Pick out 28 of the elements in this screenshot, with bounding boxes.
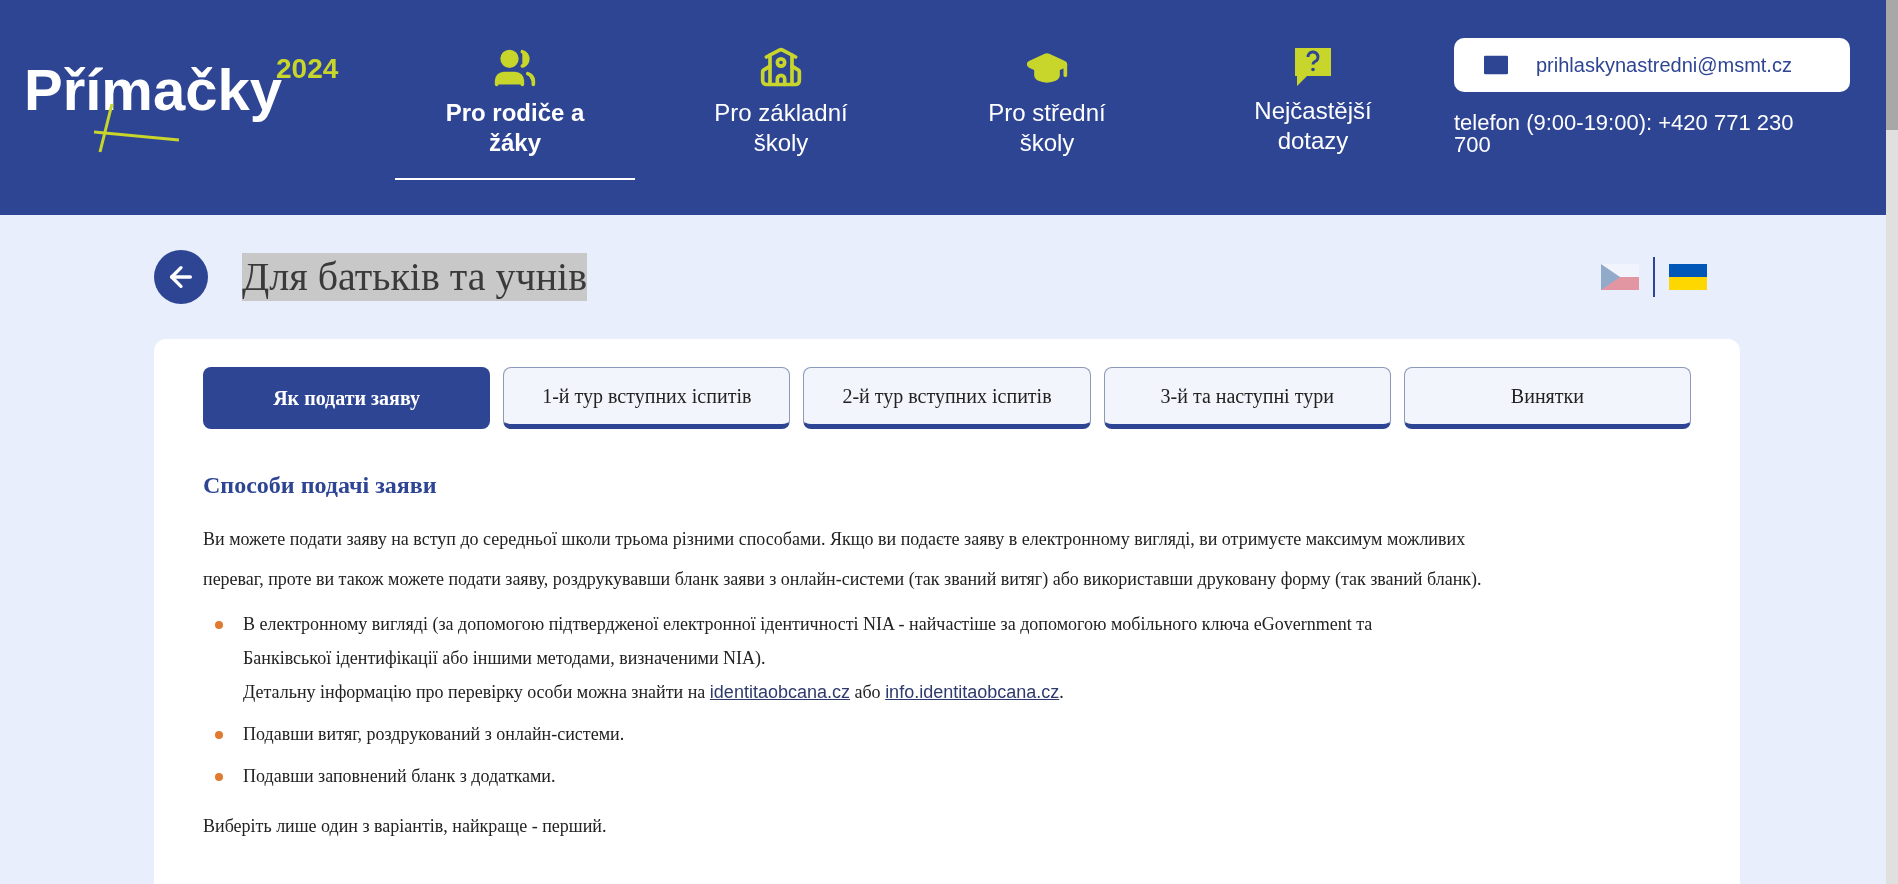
bullet-icon [215,731,223,739]
nav-item[interactable]: Pro rodiče a žáky [395,0,635,180]
phone-text: telefon (9:00-19:00): +420 771 230 700 [1454,112,1795,156]
scrollbar[interactable] [1886,0,1898,884]
list-item-text: Подавши витяг, роздрукований з онлайн-системи. [243,723,626,746]
ukrainian-flag-icon[interactable] [1669,264,1707,290]
detail-sentence: Детальну інформацію про перевірку особи можна знайти на identitaobcana.cz або info.identitaobcana.cz. [243,681,1065,704]
note-text: Виберіть лише один з варіантів, найкраще - перший. [203,815,608,838]
tab[interactable]: Як подати заяву [203,367,491,429]
list-item-text: В електронному вигляді (за допомогою підтвердженої електронної ідентичності NIA - найчастіше за допомогою мобільного ключа eGovernment та Банківської ідентифікації або іншими методами, визначеними NIA). [243,613,1374,670]
tab[interactable]: Винятки [1403,367,1691,429]
nav-item[interactable]: Pro střední školy [927,0,1167,180]
bullet-icon [215,773,223,781]
page-title: Для батьків та учнів [242,253,588,301]
back-button[interactable] [154,250,208,304]
nav-item[interactable]: Nejčastější dotazy [1193,0,1433,180]
tab[interactable]: 3-й та наступні тури [1103,367,1391,429]
tab[interactable]: 2-й тур вступних іспитів [803,367,1091,429]
list-item-text: Подавши заповнений бланк з додатками. [243,765,557,788]
intro-paragraph: Ви можете подати заяву на вступ до середньої школи трьома різними способами. Якщо ви подаєте заяву в електронному вигляді, ви отримуєте максимум можливих переваг, проте ви також можете подати заяву, роздрукувавши бланк заяви з онлайн-системи (так званий витяг) або використавши друковану форму (так званий бланк). [203,528,1483,591]
nav-item[interactable]: Pro základní školy [661,0,901,180]
bullet-icon [215,621,223,629]
question-bubble-icon [1293,46,1333,88]
tab[interactable]: 1-й тур вступних іспитів [503,367,791,429]
section-heading: Способи подачі заяви [203,471,438,500]
link[interactable]: identitaobcana.cz [709,682,850,702]
email-button[interactable]: prihlaskynastredni@msmt.cz [1454,38,1850,92]
link[interactable]: info.identitaobcana.cz [885,682,1060,702]
